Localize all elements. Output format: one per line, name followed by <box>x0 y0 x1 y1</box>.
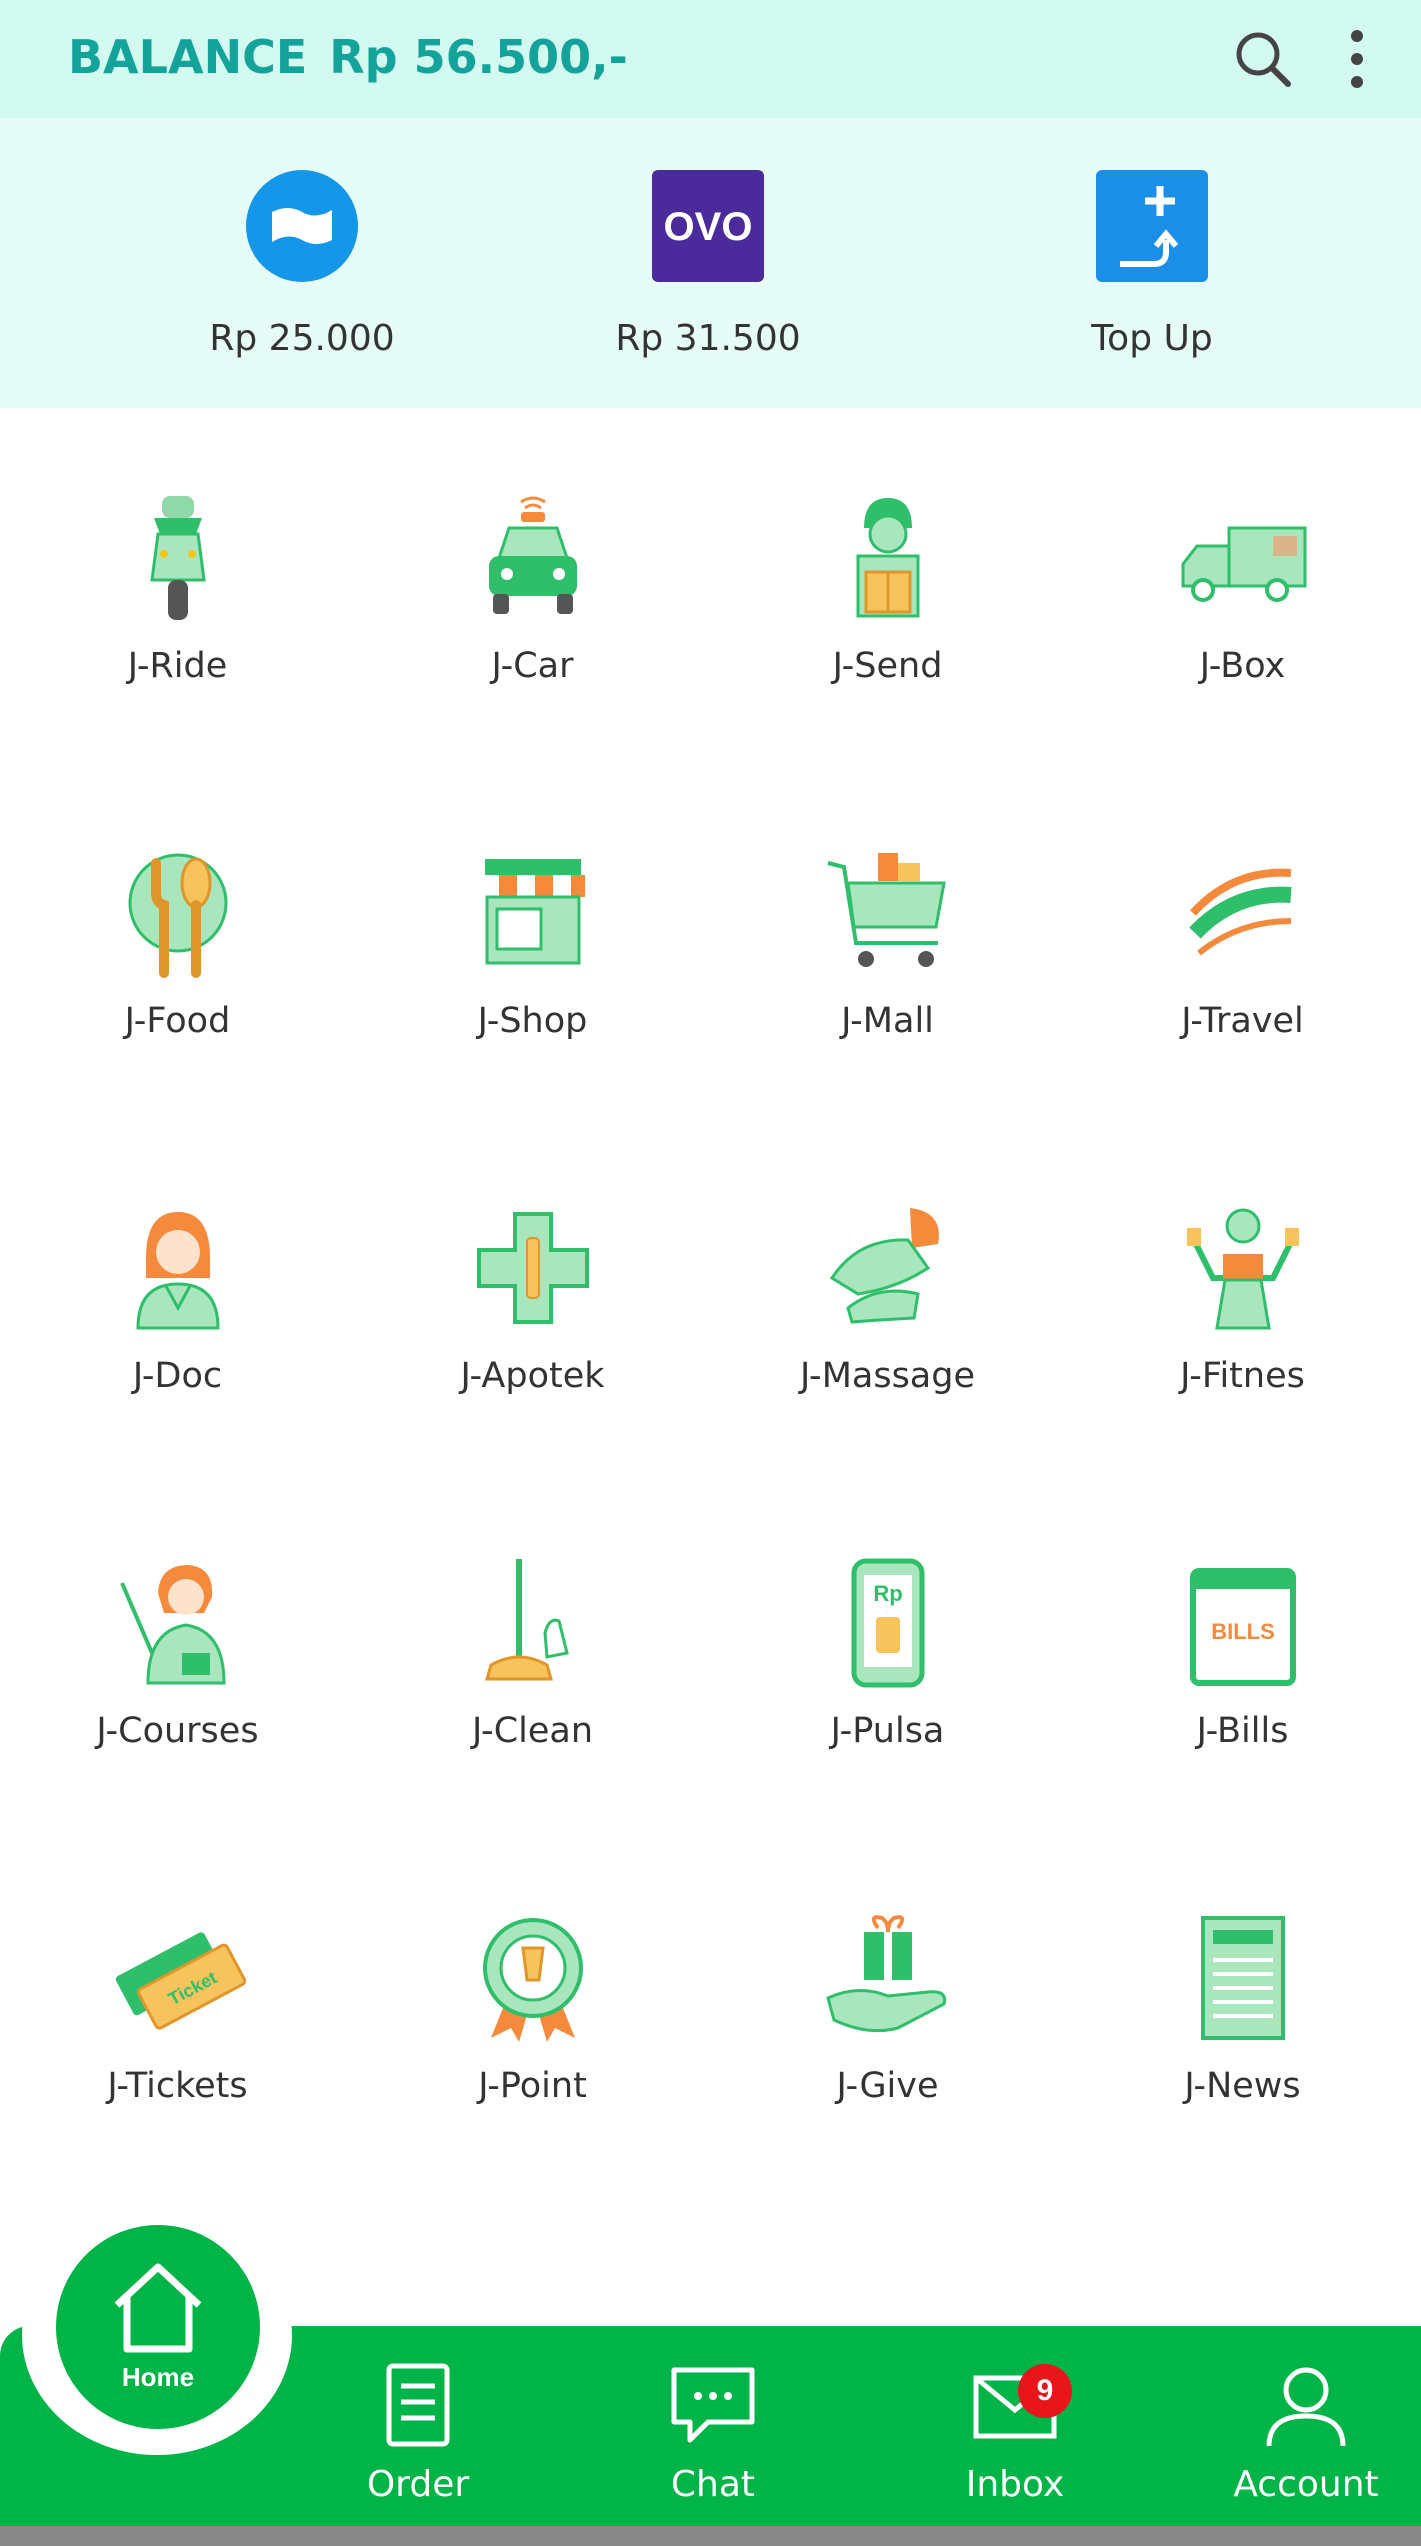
service-label: J-Travel <box>1181 1001 1304 1041</box>
svg-text:OVO: OVO <box>664 205 753 249</box>
service-j-car[interactable]: J-Car <box>355 408 710 763</box>
service-label: J-Tickets <box>107 2066 248 2106</box>
more-vertical-icon[interactable] <box>1322 24 1392 94</box>
service-j-ride[interactable]: J-Ride <box>0 408 355 763</box>
wallet-cash-label: Rp 25.000 <box>209 318 395 359</box>
order-icon <box>386 2363 450 2447</box>
phone-credit-icon: Rp <box>851 1558 924 1688</box>
service-label: J-Courses <box>96 1711 259 1751</box>
service-j-point[interactable]: J-Point <box>355 1828 710 2183</box>
service-label: J-Send <box>832 646 943 686</box>
pharmacy-cross-icon <box>476 1212 589 1324</box>
nav-order-label: Order <box>366 2464 470 2505</box>
balance-label: BALANCE <box>68 30 308 84</box>
nav-chat-label: Chat <box>670 2464 756 2505</box>
scooter-icon <box>149 496 206 620</box>
fitness-icon <box>1186 1208 1299 1330</box>
service-label: J-Pulsa <box>830 1711 945 1751</box>
service-j-send[interactable]: J-Send <box>710 408 1065 763</box>
search-icon[interactable] <box>1228 24 1298 94</box>
service-j-give[interactable]: J-Give <box>710 1828 1065 2183</box>
service-j-fitnes[interactable]: J-Fitnes <box>1065 1118 1420 1473</box>
wallet-ovo[interactable]: OVO Rp 31.500 <box>578 168 838 359</box>
top-up-icon <box>1096 170 1208 282</box>
inbox-badge: 9 <box>1018 2364 1072 2418</box>
chat-icon <box>671 2367 755 2443</box>
shopping-cart-icon <box>827 853 946 967</box>
service-j-tickets[interactable]: Ticket J-Tickets <box>0 1828 355 2183</box>
service-j-doc[interactable]: J-Doc <box>0 1118 355 1473</box>
service-j-travel[interactable]: J-Travel <box>1065 763 1420 1118</box>
service-label: J-Clean <box>471 1711 594 1751</box>
system-bar <box>0 2526 1421 2546</box>
service-j-mall[interactable]: J-Mall <box>710 763 1065 1118</box>
service-j-shop[interactable]: J-Shop <box>355 763 710 1118</box>
service-label: J-Fitnes <box>1180 1356 1305 1396</box>
service-label: J-Give <box>836 2066 939 2106</box>
svg-text:BILLS: BILLS <box>1211 1619 1275 1644</box>
service-label: J-Doc <box>132 1356 223 1396</box>
home-button[interactable]: Home <box>56 2225 260 2429</box>
ovo-icon: OVO <box>652 170 764 282</box>
travel-icon <box>1188 868 1292 956</box>
service-label: J-News <box>1184 2066 1301 2106</box>
nav-inbox-label: Inbox <box>965 2464 1065 2505</box>
service-j-news[interactable]: J-News <box>1065 1828 1420 2183</box>
top-up-button[interactable]: Top Up <box>1022 168 1282 359</box>
wallet-section: Rp 25.000 OVO Rp 31.500 Top Up <box>0 118 1421 408</box>
cash-icon <box>246 170 358 282</box>
svg-text:Rp: Rp <box>873 1581 902 1606</box>
courier-icon <box>856 498 919 618</box>
nav-order[interactable]: Order <box>303 2360 533 2505</box>
top-bar: BALANCE Rp 56.500,- <box>0 0 1421 118</box>
wallet-cash[interactable]: Rp 25.000 <box>172 168 432 359</box>
newspaper-icon <box>1200 1916 1285 2040</box>
service-j-food[interactable]: J-Food <box>0 763 355 1118</box>
service-label: J-Apotek <box>460 1356 605 1396</box>
bills-icon: BILLS <box>1189 1568 1296 1686</box>
nav-account[interactable]: Account <box>1191 2360 1421 2505</box>
doctor-icon <box>135 1212 220 1330</box>
home-icon <box>114 2263 202 2353</box>
service-j-courses[interactable]: J-Courses <box>0 1473 355 1828</box>
teacher-icon <box>119 1565 226 1685</box>
service-label: J-Massage <box>799 1356 976 1396</box>
gift-hand-icon <box>825 1915 946 2033</box>
ticket-icon: Ticket <box>115 1932 246 2030</box>
badge-icon <box>482 1918 583 2042</box>
service-label: J-Food <box>124 1001 231 1041</box>
service-label: J-Shop <box>477 1001 588 1041</box>
home-label: Home <box>121 2362 195 2392</box>
service-j-bills[interactable]: BILLS J-Bills <box>1065 1473 1420 1828</box>
service-j-clean[interactable]: J-Clean <box>355 1473 710 1828</box>
service-j-box[interactable]: J-Box <box>1065 408 1420 763</box>
car-icon <box>488 496 577 614</box>
service-j-apotek[interactable]: J-Apotek <box>355 1118 710 1473</box>
account-icon <box>1266 2367 1346 2447</box>
balance-title: BALANCE Rp 56.500,- <box>68 30 628 84</box>
service-label: J-Car <box>491 646 574 686</box>
broom-icon <box>484 1559 569 1681</box>
nav-account-label: Account <box>1233 2464 1379 2505</box>
nav-inbox[interactable]: Inbox <box>900 2360 1130 2505</box>
massage-icon <box>829 1208 939 1324</box>
service-label: J-Point <box>478 2066 587 2106</box>
balance-amount: Rp 56.500,- <box>329 30 628 84</box>
nav-chat[interactable]: Chat <box>598 2360 828 2505</box>
store-icon <box>480 859 585 965</box>
service-label: J-Mall <box>841 1001 934 1041</box>
service-j-pulsa[interactable]: Rp J-Pulsa <box>710 1473 1065 1828</box>
wallet-ovo-label: Rp 31.500 <box>615 318 801 359</box>
service-label: J-Box <box>1199 646 1286 686</box>
fork-spoon-icon <box>128 853 227 978</box>
top-up-label: Top Up <box>1091 318 1213 359</box>
service-label: J-Bills <box>1196 1711 1289 1751</box>
service-label: J-Ride <box>127 646 228 686</box>
truck-icon <box>1181 526 1306 602</box>
service-j-massage[interactable]: J-Massage <box>710 1118 1065 1473</box>
